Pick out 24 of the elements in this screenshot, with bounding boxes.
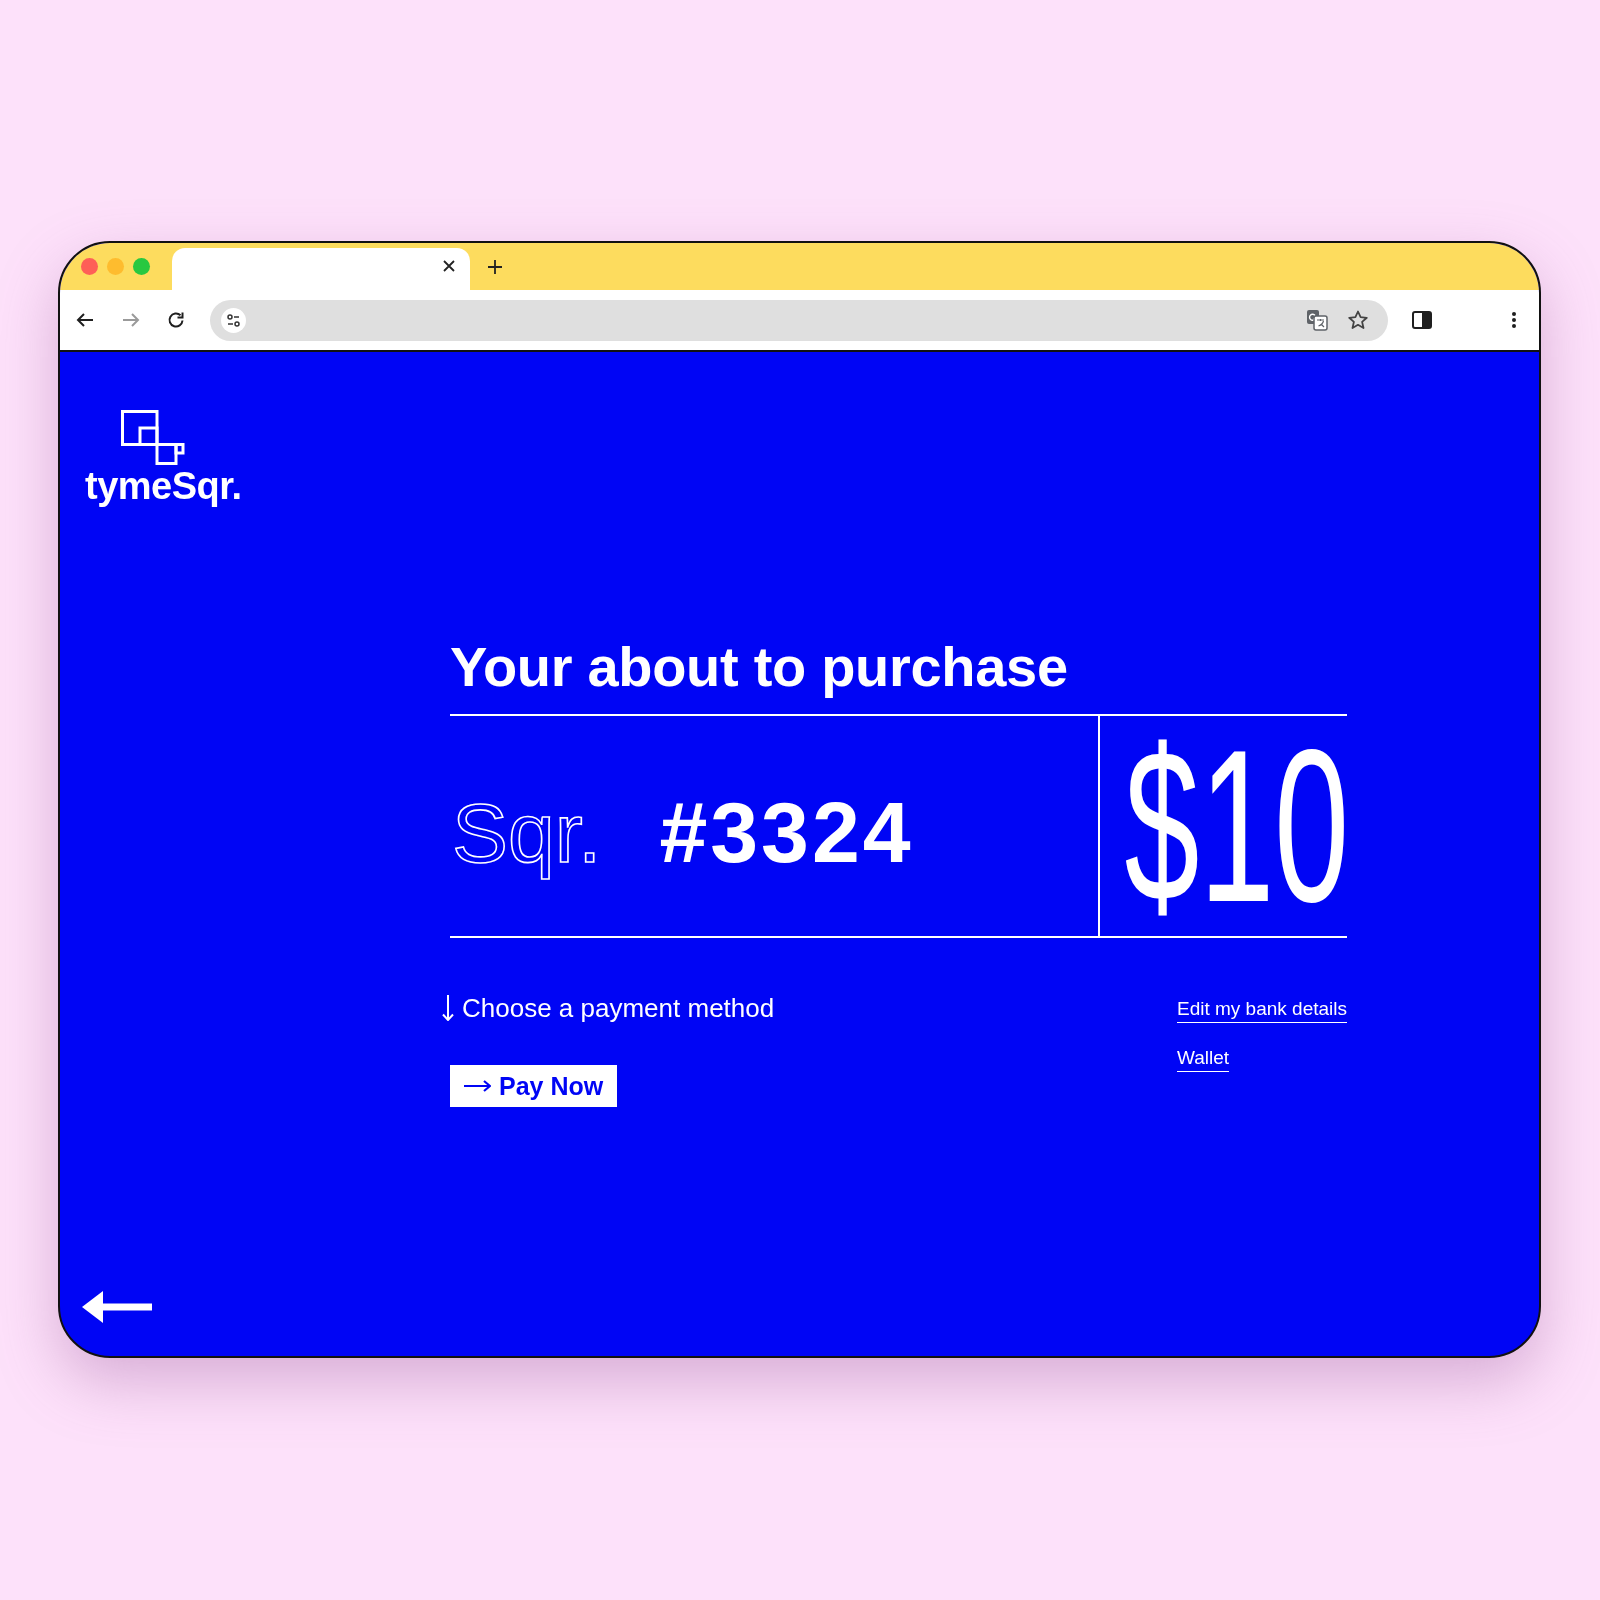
item-number: #3324 [659,783,914,880]
side-panel-icon[interactable] [1412,311,1432,329]
price: $10 [1124,716,1349,936]
logo-icon [121,410,185,465]
wallet-link[interactable]: Wallet [1176,1046,1230,1072]
more-icon[interactable] [1511,311,1517,329]
back-icon[interactable] [76,312,94,328]
close-icon[interactable] [443,260,455,272]
address-field[interactable] [210,299,1388,341]
brand-name: tymeSqr. [85,465,242,507]
arrow-down-icon [442,995,454,1021]
arrow-right-icon [464,1080,491,1092]
plus-icon[interactable] [488,259,502,274]
sliders-icon[interactable] [221,307,246,333]
star-icon[interactable] [1348,310,1368,330]
item-label: Sqr. [452,784,602,881]
purchase-heading: Your about to purchase [450,635,1069,699]
bank-details-link[interactable]: Edit my bank details [1176,997,1347,1023]
translate-icon[interactable] [1306,309,1328,331]
back-arrow-icon[interactable] [82,1291,152,1323]
pay-now-button[interactable]: Pay Now [450,1065,618,1107]
reload-icon[interactable] [167,311,185,329]
forward-icon[interactable] [122,312,140,328]
payment-prompt: Choose a payment method [462,992,775,1024]
